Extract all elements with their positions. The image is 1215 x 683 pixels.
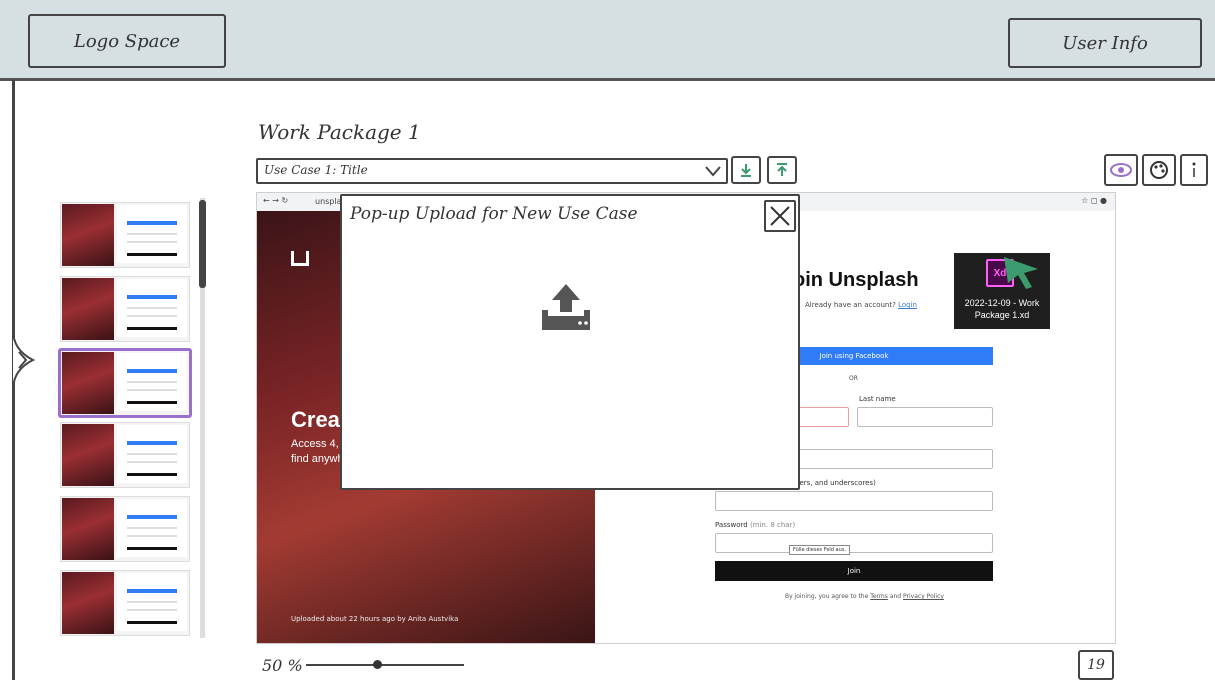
thumbnail-1[interactable] (60, 202, 190, 268)
username-input[interactable] (715, 491, 993, 511)
browser-nav-icons: ← → ↻ (263, 196, 289, 205)
download-icon (741, 164, 751, 177)
hero-text: Access 4, find anywh (291, 437, 344, 467)
thumbnail-5[interactable] (60, 496, 190, 562)
password-input[interactable] (715, 533, 993, 553)
form-heading: oin Unsplash (793, 269, 919, 291)
download-button[interactable] (731, 156, 761, 184)
thumbnail-scroll-thumb[interactable] (199, 200, 206, 288)
unsplash-logo-icon (291, 251, 309, 266)
use-case-selected: Use Case 1: Title (264, 163, 368, 177)
close-icon[interactable] (764, 200, 796, 232)
zoom-slider-handle[interactable] (372, 660, 382, 669)
logo-placeholder[interactable]: Logo Space (28, 14, 226, 68)
xd-file-tile[interactable]: Xd 2022-12-09 - Work Package 1.xd (954, 253, 1050, 329)
eye-icon (1110, 163, 1132, 177)
work-package-title: Work Package 1 (258, 120, 421, 144)
facebook-label: Join using Facebook (819, 352, 889, 360)
xd-file-name: 2022-12-09 - Work Package 1.xd (964, 298, 1040, 320)
view-button[interactable] (1104, 154, 1138, 186)
already-text: Already have an account? (805, 301, 896, 309)
upload-cloud-icon[interactable] (540, 280, 592, 332)
popup-title: Pop-up Upload for New Use Case (350, 204, 638, 224)
theme-button[interactable] (1142, 154, 1176, 186)
join-button[interactable]: Join (715, 561, 993, 581)
cursor-arrow-icon (1004, 257, 1038, 289)
thumbnail-2[interactable] (60, 276, 190, 342)
validation-tooltip: Fülle dieses Feld aus. (789, 545, 850, 555)
password-hint: (min. 8 char) (749, 521, 796, 529)
upload-button[interactable] (767, 156, 797, 184)
palette-icon (1150, 161, 1168, 179)
logo-text: Logo Space (73, 30, 181, 52)
page-number[interactable]: 19 (1078, 650, 1114, 680)
terms-text: By joining, you agree to the Terms and P… (785, 593, 944, 600)
upload-icon (777, 163, 787, 176)
user-info-text: User Info (1062, 32, 1148, 54)
or-divider: OR (849, 375, 858, 382)
expand-sidebar-icon[interactable] (5, 330, 35, 390)
already-account-text: Already have an account? Login (805, 301, 917, 309)
thumbnail-3-selected[interactable] (58, 348, 192, 418)
last-name-label: Last name (859, 395, 896, 403)
agree-prefix: By joining, you agree to the (785, 593, 869, 600)
hero-line-1: Access 4, (291, 438, 339, 450)
upload-popup: Pop-up Upload for New Use Case (340, 194, 800, 490)
zoom-level: 50 % (262, 656, 303, 675)
page-number-text: 19 (1087, 657, 1105, 673)
user-info-box[interactable]: User Info (1008, 18, 1202, 68)
hero-line-2: find anywh (291, 453, 344, 465)
info-button[interactable] (1180, 154, 1208, 186)
thumbnail-6[interactable] (60, 570, 190, 636)
use-case-dropdown[interactable]: Use Case 1: Title (256, 158, 728, 184)
terms-link[interactable]: Terms (870, 593, 888, 600)
password-label: Password (min. 8 char) (715, 521, 795, 529)
zoom-slider[interactable] (306, 664, 464, 666)
hero-caption: Uploaded about 22 hours ago by Anita Aus… (291, 615, 459, 623)
username-hint: bers, and underscores) (795, 479, 876, 487)
password-label-text: Password (715, 521, 748, 529)
last-name-input[interactable] (857, 407, 993, 427)
privacy-link[interactable]: Privacy Policy (903, 593, 944, 600)
agree-and: and (889, 593, 902, 600)
browser-action-icons: ☆ ◻ ● (1081, 196, 1107, 205)
chevron-down-icon (705, 166, 721, 177)
use-case-thumbnail-list (58, 198, 192, 638)
login-link[interactable]: Login (898, 301, 917, 309)
hero-heading: Crea (291, 407, 340, 432)
join-label: Join (847, 567, 861, 575)
info-icon (1192, 162, 1196, 177)
thumbnail-4[interactable] (60, 422, 190, 488)
